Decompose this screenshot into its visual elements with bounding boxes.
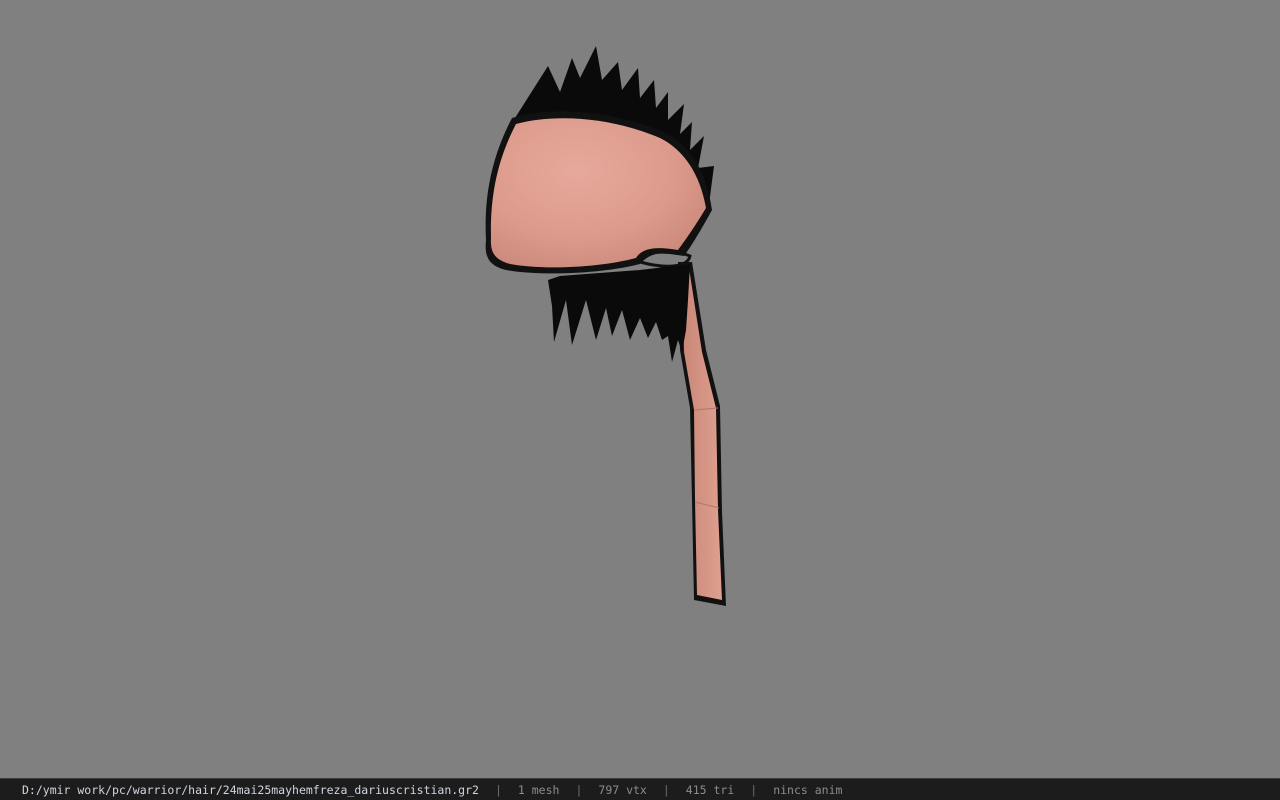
lower-hair-spikes — [548, 264, 690, 362]
status-bar: D:/ymir work/pc/warrior/hair/24mai25mayh… — [0, 778, 1280, 800]
triangle-count: 415 tri — [685, 782, 735, 797]
mesh-count: 1 mesh — [517, 782, 560, 797]
separator: | — [750, 782, 758, 797]
file-path: D:/ymir work/pc/warrior/hair/24mai25mayh… — [22, 782, 479, 797]
animation-status: nincs anim — [773, 782, 843, 797]
vertex-count: 797 vtx — [598, 782, 647, 797]
separator: | — [662, 782, 670, 797]
3d-viewport[interactable] — [0, 0, 1280, 778]
separator: | — [575, 782, 583, 797]
separator: | — [494, 782, 502, 797]
hair-model-render — [485, 46, 726, 606]
